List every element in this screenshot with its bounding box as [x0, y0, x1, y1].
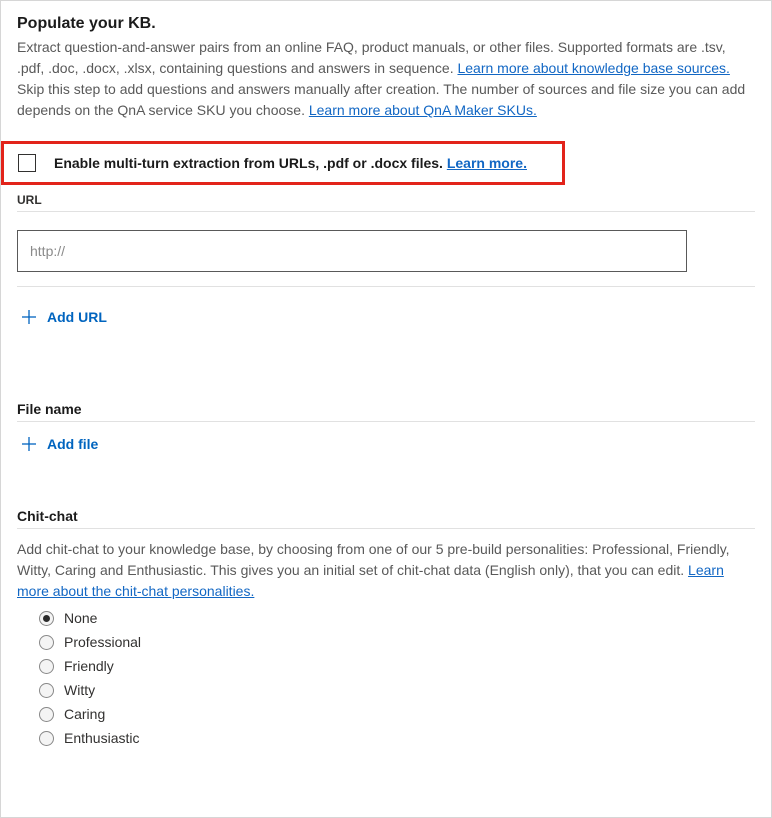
radio-label: Professional [64, 634, 141, 650]
chitchat-section: Chit-chat Add chit-chat to your knowledg… [17, 508, 755, 746]
radio-label: Friendly [64, 658, 114, 674]
radio-option-enthusiastic[interactable]: Enthusiastic [39, 730, 755, 746]
radio-circle-icon [39, 707, 54, 722]
divider [17, 286, 755, 287]
file-label: File name [17, 401, 755, 417]
multiturn-learn-more-link[interactable]: Learn more. [447, 155, 527, 171]
populate-kb-panel: Populate your KB. Extract question-and-a… [0, 0, 772, 818]
radio-option-witty[interactable]: Witty [39, 682, 755, 698]
multiturn-highlight: Enable multi-turn extraction from URLs, … [1, 141, 565, 185]
divider [17, 528, 755, 529]
url-label: URL [17, 193, 755, 207]
url-input[interactable] [17, 230, 687, 272]
chitchat-label: Chit-chat [17, 508, 755, 524]
radio-label: Witty [64, 682, 95, 698]
chitchat-desc-text: Add chit-chat to your knowledge base, by… [17, 541, 730, 578]
divider [17, 211, 755, 212]
kb-description: Extract question-and-answer pairs from a… [17, 37, 755, 121]
add-url-label: Add URL [47, 309, 107, 325]
add-url-button[interactable]: Add URL [21, 309, 107, 325]
radio-option-none[interactable]: None [39, 610, 755, 626]
radio-option-professional[interactable]: Professional [39, 634, 755, 650]
add-file-label: Add file [47, 436, 98, 452]
plus-icon [21, 436, 37, 452]
radio-circle-icon [39, 731, 54, 746]
multiturn-label-row: Enable multi-turn extraction from URLs, … [54, 155, 527, 171]
radio-circle-icon [39, 611, 54, 626]
radio-label: None [64, 610, 97, 626]
url-section: URL Add URL [17, 193, 755, 327]
page-title: Populate your KB. [17, 15, 755, 33]
chitchat-description: Add chit-chat to your knowledge base, by… [17, 539, 755, 602]
multiturn-checkbox[interactable] [18, 154, 36, 172]
kb-sources-link[interactable]: Learn more about knowledge base sources. [457, 60, 729, 76]
sku-link[interactable]: Learn more about QnA Maker SKUs. [309, 102, 537, 118]
radio-circle-icon [39, 683, 54, 698]
multiturn-label: Enable multi-turn extraction from URLs, … [54, 155, 447, 171]
radio-label: Caring [64, 706, 105, 722]
file-section: File name Add file [17, 401, 755, 454]
radio-label: Enthusiastic [64, 730, 139, 746]
divider [17, 421, 755, 422]
plus-icon [21, 309, 37, 325]
add-file-button[interactable]: Add file [21, 436, 98, 452]
radio-option-friendly[interactable]: Friendly [39, 658, 755, 674]
radio-circle-icon [39, 635, 54, 650]
radio-option-caring[interactable]: Caring [39, 706, 755, 722]
radio-circle-icon [39, 659, 54, 674]
chitchat-radio-group: None Professional Friendly Witty Caring Enthu… [39, 610, 755, 746]
